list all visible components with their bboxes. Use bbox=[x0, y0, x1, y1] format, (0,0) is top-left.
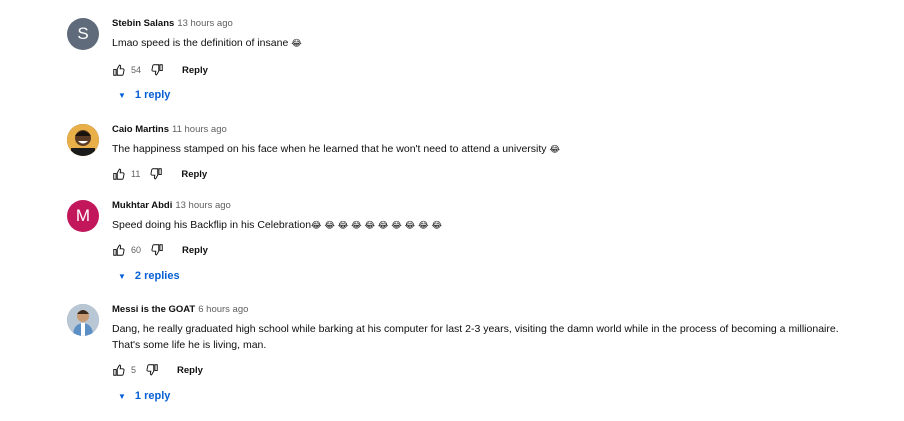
comment-text: Speed doing his Backflip in his Celebrat… bbox=[112, 219, 442, 231]
comment-author[interactable]: Mukhtar Abdi bbox=[112, 200, 172, 211]
thumbs-down-icon[interactable] bbox=[149, 167, 163, 181]
like-count: 54 bbox=[131, 65, 142, 75]
user-photo-avatar-icon bbox=[67, 124, 99, 156]
reply-button[interactable]: Reply bbox=[181, 169, 207, 180]
avatar[interactable]: M bbox=[67, 200, 99, 232]
reply-button[interactable]: Reply bbox=[177, 365, 203, 376]
reply-button[interactable]: Reply bbox=[182, 245, 208, 256]
emoji: 😂 bbox=[291, 39, 302, 49]
comment-time[interactable]: 13 hours ago bbox=[177, 18, 232, 29]
thumbs-up-icon[interactable] bbox=[112, 63, 126, 77]
replies-label: 2 replies bbox=[134, 270, 180, 282]
view-replies-button[interactable]: ▼ 2 replies bbox=[118, 270, 180, 282]
caret-down-icon: ▼ bbox=[118, 90, 126, 100]
replies-label: 1 reply bbox=[134, 89, 171, 101]
like-count: 60 bbox=[131, 245, 142, 255]
thumbs-up-icon[interactable] bbox=[112, 243, 126, 257]
comment-text: Lmao speed is the definition of insane 😂 bbox=[112, 37, 302, 49]
view-replies-button[interactable]: ▼ 1 reply bbox=[118, 390, 170, 402]
comment-author[interactable]: Caio Martins bbox=[112, 124, 169, 135]
comment-time[interactable]: 11 hours ago bbox=[172, 124, 227, 135]
emoji: 😂 😂 😂 😂 😂 😂 😂 😂 😂 😂 bbox=[311, 221, 442, 231]
thumbs-up-icon[interactable] bbox=[112, 167, 126, 181]
comment-author[interactable]: Stebin Salans bbox=[112, 18, 174, 29]
avatar-letter: S bbox=[77, 24, 89, 43]
like-count: 5 bbox=[131, 365, 137, 375]
avatar[interactable] bbox=[67, 124, 99, 156]
comment-author[interactable]: Messi is the GOAT bbox=[112, 304, 195, 315]
like-count: 11 bbox=[131, 169, 141, 179]
comment-time[interactable]: 6 hours ago bbox=[198, 304, 248, 315]
thumbs-down-icon[interactable] bbox=[145, 363, 159, 377]
user-photo-avatar-icon bbox=[67, 304, 99, 336]
thumbs-down-icon[interactable] bbox=[150, 63, 164, 77]
thumbs-down-icon[interactable] bbox=[150, 243, 164, 257]
comment-text: Dang, he really graduated high school wh… bbox=[112, 323, 839, 351]
avatar[interactable] bbox=[67, 304, 99, 336]
comment-text: The happiness stamped on his face when h… bbox=[112, 143, 560, 155]
caret-down-icon: ▼ bbox=[118, 391, 126, 401]
replies-label: 1 reply bbox=[134, 390, 171, 402]
emoji: 😂 bbox=[549, 145, 560, 155]
caret-down-icon: ▼ bbox=[118, 271, 126, 281]
comment-time[interactable]: 13 hours ago bbox=[175, 200, 230, 211]
avatar[interactable]: S bbox=[67, 18, 99, 50]
reply-button[interactable]: Reply bbox=[182, 65, 208, 76]
thumbs-up-icon[interactable] bbox=[112, 363, 126, 377]
view-replies-button[interactable]: ▼ 1 reply bbox=[118, 89, 170, 101]
avatar-letter: M bbox=[75, 206, 91, 225]
